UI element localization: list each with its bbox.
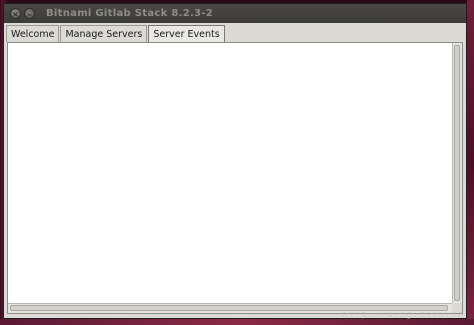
desktop-background-edge	[467, 0, 474, 325]
window-titlebar[interactable]: × – Bitnami Gitlab Stack 8.2.3-2	[4, 4, 466, 23]
tab-manage-servers[interactable]: Manage Servers	[60, 25, 148, 42]
close-icon[interactable]: ×	[10, 8, 21, 19]
server-events-log-panel[interactable]	[7, 42, 463, 314]
window-title: Bitnami Gitlab Stack 8.2.3-2	[46, 8, 214, 19]
minimize-icon[interactable]: –	[24, 8, 35, 19]
app-window: × – Bitnami Gitlab Stack 8.2.3-2 Welcome…	[3, 3, 467, 319]
vertical-scrollbar[interactable]	[452, 43, 462, 305]
vertical-scrollbar-thumb[interactable]	[454, 45, 460, 301]
tab-server-events[interactable]: Server Events	[148, 25, 225, 43]
tab-welcome[interactable]: Welcome	[6, 25, 60, 42]
tab-bar: Welcome Manage Servers Server Events	[6, 25, 226, 43]
watermark-text: http://blog.csdn.ne	[342, 310, 464, 320]
